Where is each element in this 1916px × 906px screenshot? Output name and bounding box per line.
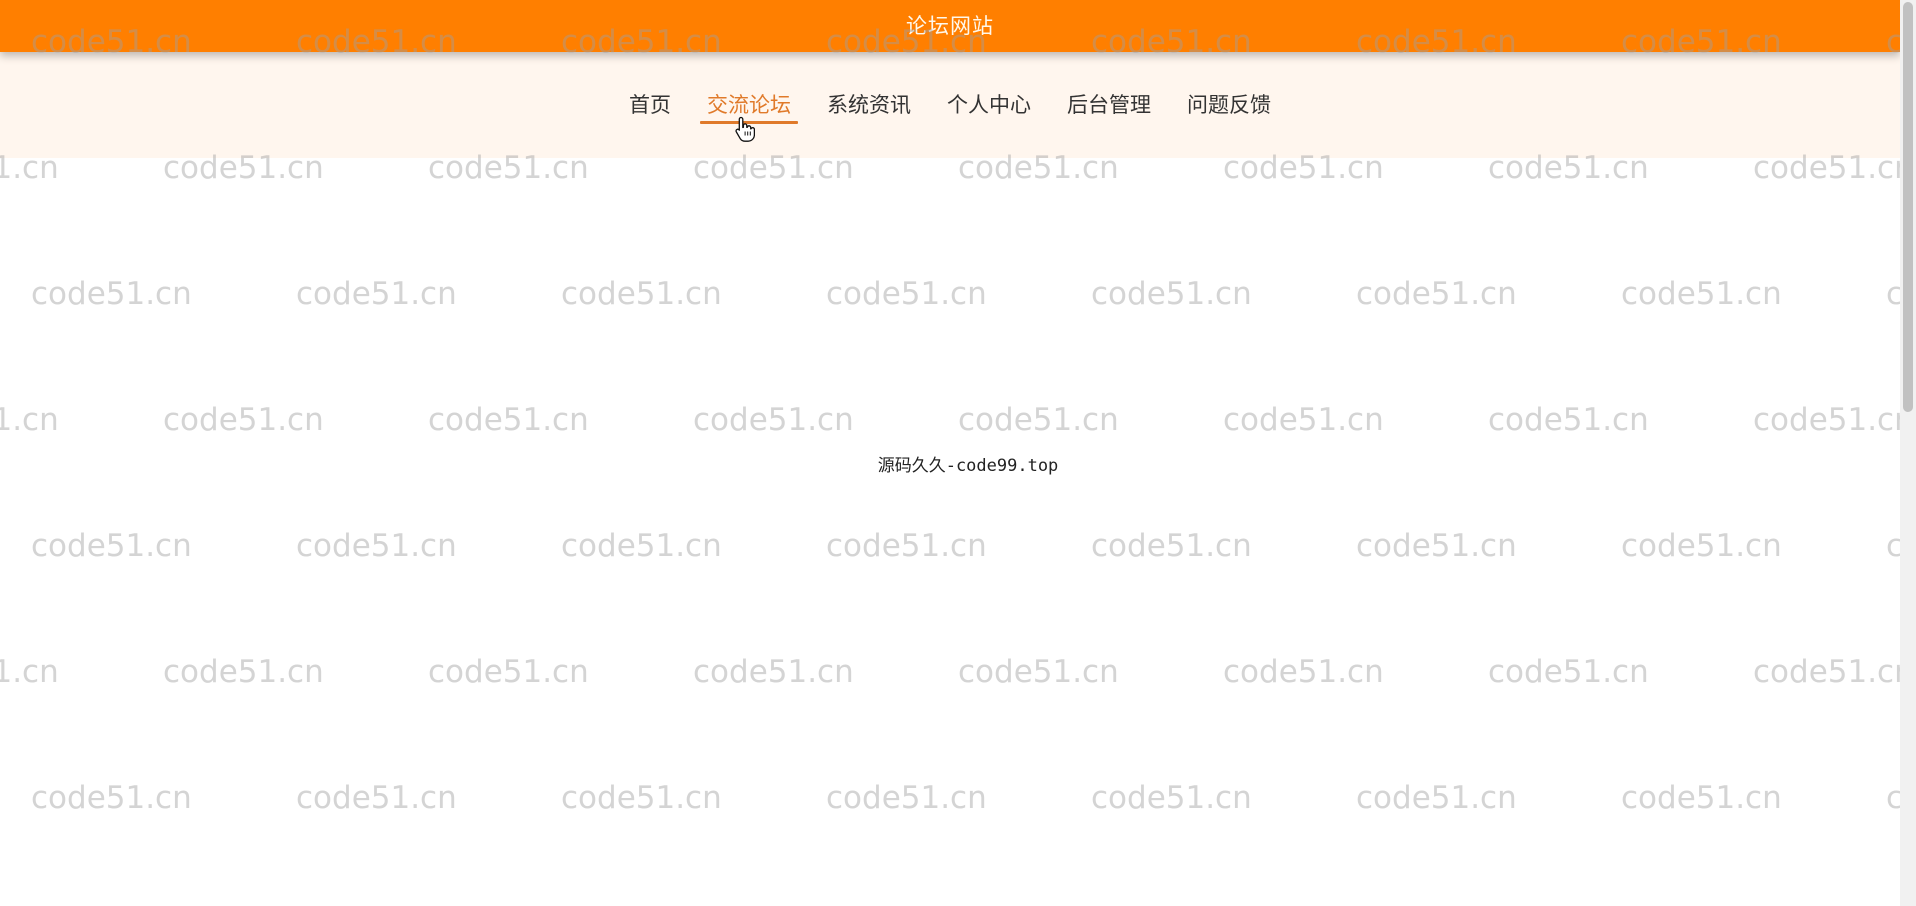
watermark-text: code51.cn — [561, 276, 722, 312]
watermark-text: code51.cn — [1356, 528, 1517, 564]
site-title: 论坛网站 — [906, 13, 994, 38]
nav-item-profile[interactable]: 个人中心 — [929, 90, 1049, 130]
scrollbar-thumb[interactable] — [1903, 2, 1913, 412]
nav-item-admin[interactable]: 后台管理 — [1049, 90, 1169, 130]
page: 论坛网站 首页 交流论坛 系统资讯 个人中心 后台管理 问题反馈 源码久久-co… — [0, 0, 1916, 906]
watermark-text: code51.cn — [1488, 654, 1649, 690]
watermark-text: code51.cn — [826, 528, 987, 564]
watermark-text: code51.cn — [1753, 654, 1914, 690]
watermark-text: code51.cn — [958, 654, 1119, 690]
watermark-text: code51.cn — [163, 402, 324, 438]
watermark-text: code51.cn — [1753, 402, 1914, 438]
watermark-text: code51.cn — [31, 528, 192, 564]
watermark-text: code51.cn — [0, 654, 59, 690]
watermark-text: code51.cn — [1488, 402, 1649, 438]
nav-item-home[interactable]: 首页 — [611, 90, 689, 130]
watermark-text: code51.cn — [561, 528, 722, 564]
watermark-text: code51.cn — [826, 780, 987, 816]
watermark-text: code51.cn — [1621, 780, 1782, 816]
watermark-text: code51.cn — [1621, 528, 1782, 564]
watermark-text: code51.cn — [1223, 402, 1384, 438]
site-header: 论坛网站 — [0, 0, 1900, 52]
watermark-text: code51.cn — [958, 402, 1119, 438]
watermark-text: code51.cn — [693, 402, 854, 438]
watermark-text: code51.cn — [428, 402, 589, 438]
watermark-text: code51.cn — [561, 780, 722, 816]
main-nav-bar: 首页 交流论坛 系统资讯 个人中心 后台管理 问题反馈 — [0, 52, 1900, 158]
vertical-scrollbar[interactable] — [1900, 0, 1916, 906]
watermark-text: code51.cn — [1356, 780, 1517, 816]
watermark-text: code51.cn — [31, 780, 192, 816]
nav-item-feedback[interactable]: 问题反馈 — [1169, 90, 1289, 130]
watermark-text: code51.cn — [296, 528, 457, 564]
watermark-text: code51.cn — [296, 276, 457, 312]
watermark-text: code51.cn — [693, 654, 854, 690]
watermark-text: code51.cn — [1091, 276, 1252, 312]
watermark-text: code51.cn — [428, 654, 589, 690]
watermark-text: code51.cn — [1091, 780, 1252, 816]
footer-text: 源码久久-code99.top — [877, 456, 1059, 476]
watermark-text: code51.cn — [1091, 528, 1252, 564]
watermark-text: code51.cn — [0, 402, 59, 438]
watermark-text: code51.cn — [826, 276, 987, 312]
nav-menu: 首页 交流论坛 系统资讯 个人中心 后台管理 问题反馈 — [0, 90, 1900, 130]
watermark-text: code51.cn — [1223, 654, 1384, 690]
watermark-text: code51.cn — [163, 654, 324, 690]
nav-item-news[interactable]: 系统资讯 — [809, 90, 929, 130]
watermark-text: code51.cn — [296, 780, 457, 816]
hand-pointer-icon — [735, 116, 755, 142]
watermark-text: code51.cn — [1356, 276, 1517, 312]
watermark-text: code51.cn — [31, 276, 192, 312]
watermark-text: code51.cn — [1621, 276, 1782, 312]
